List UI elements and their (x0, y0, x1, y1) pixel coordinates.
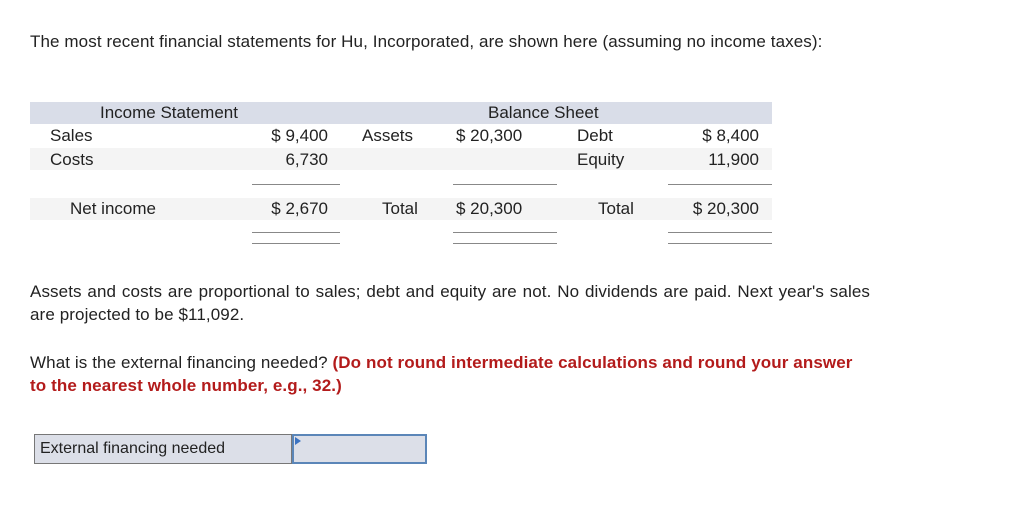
net-income-value: $ 2,670 (271, 199, 328, 218)
total-rule-assets-2 (453, 243, 557, 244)
sales-value: $ 9,400 (271, 126, 328, 145)
total-rule-income-1 (252, 232, 340, 233)
question: What is the external financing needed? (… (30, 351, 870, 397)
debt-label: Debt (577, 126, 613, 145)
question-text: What is the external financing needed? (30, 353, 333, 372)
intro-text: The most recent financial statements for… (30, 32, 823, 51)
net-income-label: Net income (70, 199, 156, 218)
assets-value: $ 20,300 (456, 126, 523, 145)
financial-statements-table: Income Statement Balance Sheet Sales $ 9… (30, 102, 772, 244)
equity-label: Equity (577, 150, 625, 169)
liabilities-total-label: Total (598, 199, 634, 218)
total-rule-assets-1 (453, 232, 557, 233)
debt-value: $ 8,400 (702, 126, 759, 145)
equity-value: 11,900 (708, 150, 759, 169)
income-statement-title: Income Statement (100, 103, 238, 122)
costs-label: Costs (50, 150, 94, 169)
total-rule-income-2 (252, 243, 340, 244)
balance-sheet-title: Balance Sheet (488, 103, 599, 122)
external-financing-input[interactable] (292, 434, 427, 464)
subtotal-rule-liabilities (668, 184, 772, 185)
sales-label: Sales (50, 126, 93, 145)
assets-label: Assets (362, 126, 414, 145)
total-rule-liabilities-2 (668, 243, 772, 244)
assumptions-text: Assets and costs are proportional to sal… (30, 282, 870, 324)
costs-value: 6,730 (285, 150, 328, 169)
subtotal-rule-assets (453, 184, 557, 185)
total-rule-liabilities-1 (668, 232, 772, 233)
assets-total-value: $ 20,300 (456, 199, 523, 218)
subtotal-rule-income (252, 184, 340, 185)
assets-total-label: Total (382, 199, 418, 218)
input-flag-icon (295, 437, 301, 445)
answer-label: External financing needed (34, 434, 292, 464)
liabilities-total-value: $ 20,300 (692, 199, 759, 218)
